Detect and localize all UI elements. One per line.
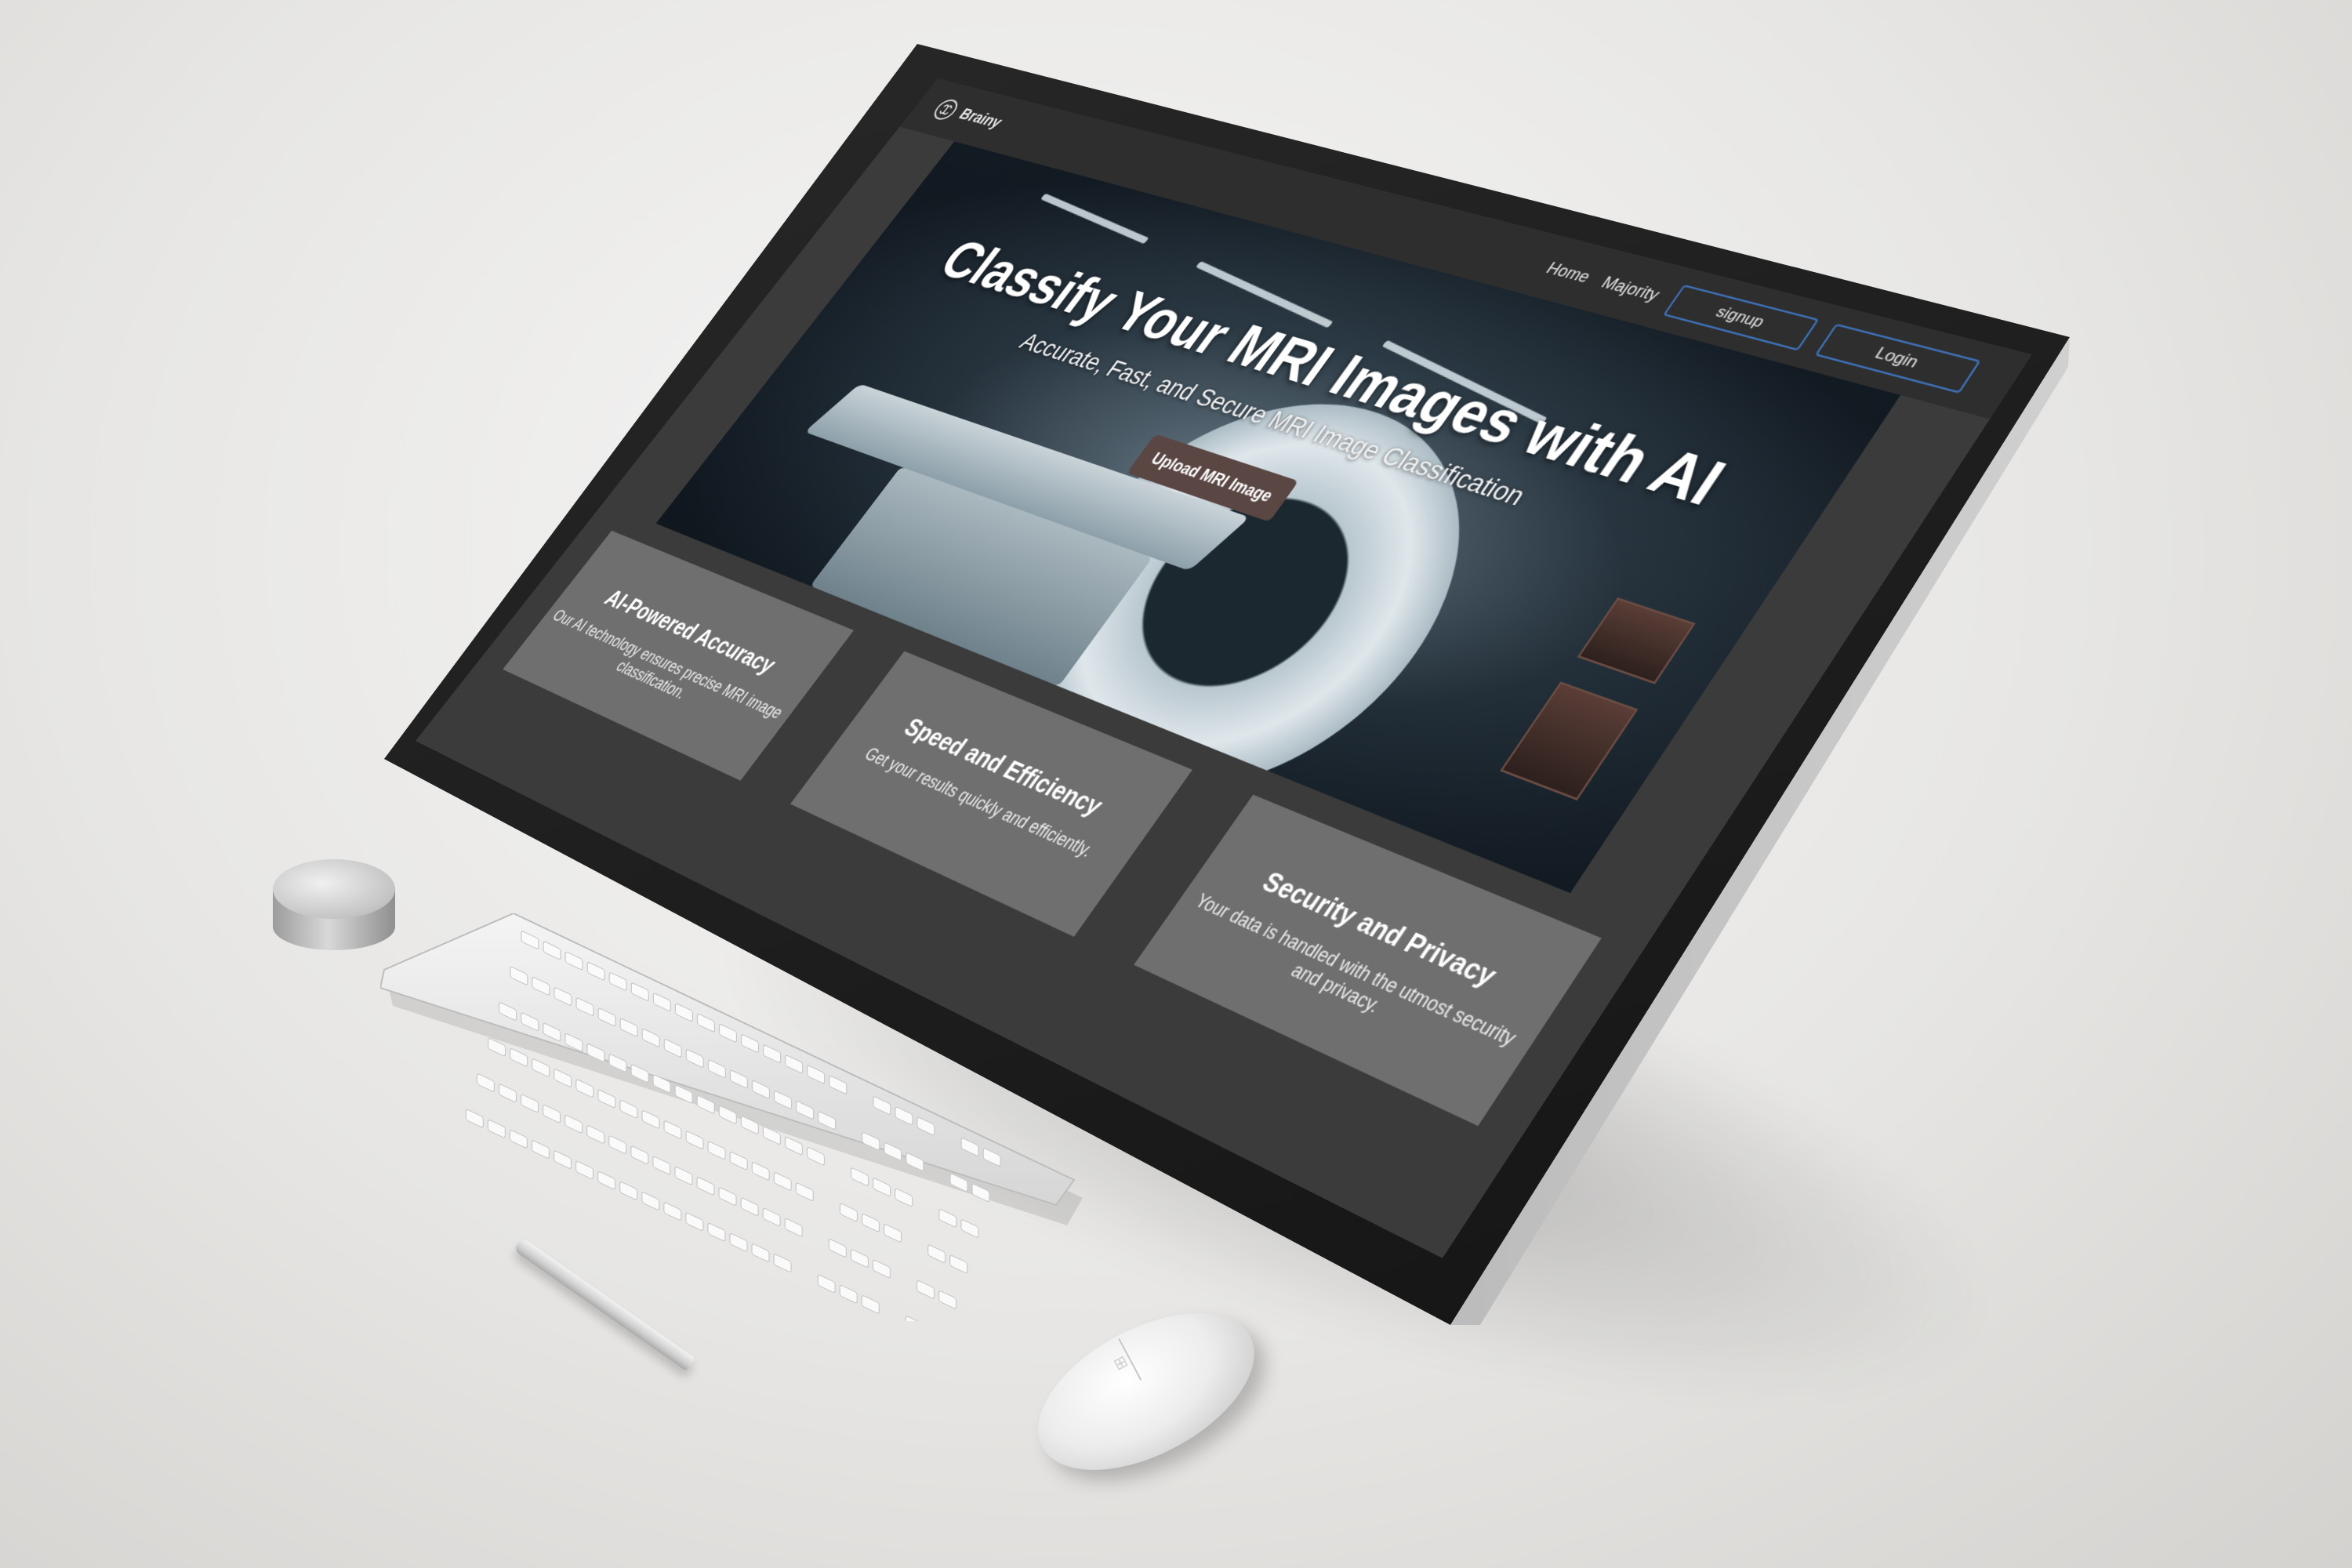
keyboard-key [641,1110,660,1129]
keyboard-key [531,1140,550,1159]
keyboard-key [465,1109,484,1128]
keyboard-key [674,1167,693,1185]
keyboard-key [762,1207,781,1227]
wall-panel-image [1500,681,1639,801]
keyboard-key [938,1290,957,1309]
keyboard-key [905,1316,924,1321]
keyboard-key [806,1146,826,1166]
keyboard-key [751,1162,770,1181]
keyboard-key [696,1177,715,1196]
keyboard-key [707,1141,726,1160]
keyboard-key [883,1224,902,1243]
keyboard-key [850,1249,869,1268]
keyboard-key [619,1099,638,1119]
keyboard-key [543,1104,561,1123]
keyboard-key [564,1115,583,1134]
surface-dial [273,859,395,953]
wall-panel-image [1577,597,1696,684]
brand[interactable]: Brainy [928,97,1007,135]
keyboard-key [597,1171,616,1190]
keyboard-key [476,1073,495,1092]
keyboard-key [784,1218,803,1237]
keyboard-key [740,1197,759,1216]
keyboard [380,913,1083,1321]
keyboard-key [861,1295,880,1314]
keyboard-key [729,1151,748,1171]
keyboard-key [641,1192,660,1210]
keyboard-key [685,1131,704,1149]
nav-link-home[interactable]: Home [1542,259,1595,286]
keyboard-key [828,1239,847,1258]
ceiling-light [1040,193,1149,245]
keyboard-key [927,1244,946,1263]
brand-name: Brainy [955,105,1007,132]
keyboard-key [751,1243,770,1262]
keyboard-key [784,1136,804,1156]
keyboard-key [817,1274,836,1294]
keyboard-key [608,1135,627,1154]
keyboard-key [619,1181,638,1200]
keyboard-key [575,1160,594,1180]
keyboard-key [773,1254,792,1272]
keyboard-key [520,1094,539,1113]
keyboard-key [873,1178,891,1196]
keyboard-key [685,1212,704,1232]
keyboard-key [916,1280,935,1299]
keyboard-key [861,1214,880,1232]
keyboard-key [938,1209,957,1228]
keyboard-key [510,1048,528,1067]
keyboard-key [872,1259,891,1279]
keyboard-key [718,1187,737,1206]
keyboard-key [707,1222,726,1242]
keyboard-key [960,1219,979,1238]
dial-top [273,859,395,919]
keyboard-key [509,1130,528,1149]
desk-scene: Brainy Home Majority signup Login Classi… [0,0,2352,1568]
keyboard-key [795,1182,814,1201]
keyboard-key [554,1069,572,1087]
keyboard-key [663,1202,682,1221]
keyboard-key [575,1079,594,1098]
keyboard-key [487,1120,506,1138]
keyboard-key [663,1120,682,1139]
keyboard-key [895,1188,913,1207]
keyboard-key [586,1125,605,1144]
keyboard-key [630,1145,649,1165]
keyboard-key [839,1203,858,1222]
keyboard-key [729,1233,748,1252]
keyboard-key [553,1150,572,1169]
keyboard-key [498,1083,517,1102]
keyboard-key [839,1284,858,1304]
keyboard-key [949,1254,968,1274]
nav-link-majority[interactable]: Majority [1598,273,1664,304]
keyboard-key [532,1058,550,1077]
keyboard-key [652,1156,671,1175]
keyboard-key [851,1167,869,1186]
keyboard-key [773,1172,792,1191]
keyboard-key [597,1089,616,1109]
